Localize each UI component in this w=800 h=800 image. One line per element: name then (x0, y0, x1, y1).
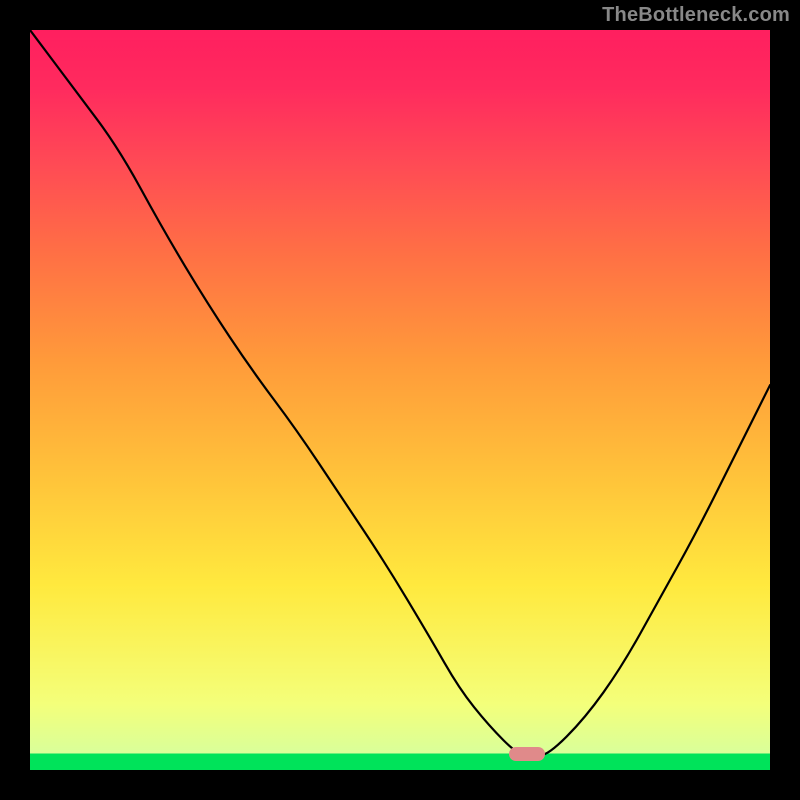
optimum-marker (509, 747, 545, 761)
plot-area (30, 30, 770, 770)
bottleneck-curve (30, 30, 770, 755)
watermark-text: TheBottleneck.com (602, 4, 790, 27)
chart-frame: TheBottleneck.com (0, 0, 800, 800)
curve-svg (30, 30, 770, 770)
